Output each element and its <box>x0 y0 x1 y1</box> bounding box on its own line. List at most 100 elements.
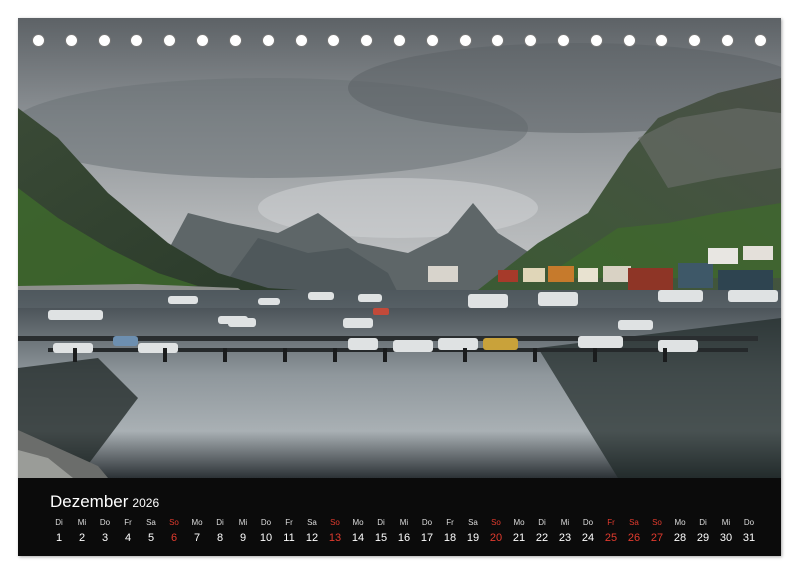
day-grid: Di 1 Mi 2 Do 3 Fr 4 Sa 5 So 6 Mo 7 Di 8 Mi 9 Do 10 Fr 11 Sa 12 S… <box>48 518 760 544</box>
day-number: 6 <box>170 532 178 544</box>
binding-hole <box>360 34 374 47</box>
weekday-label: Di <box>699 518 707 527</box>
day-number: 12 <box>305 532 319 544</box>
weekday-label: Mo <box>352 518 364 527</box>
weekday-label: Do <box>99 518 111 527</box>
weekday-label: Di <box>377 518 385 527</box>
binding-hole <box>294 34 308 47</box>
weekday-label: Do <box>582 518 594 527</box>
day-number: 19 <box>466 532 480 544</box>
weekday-label: Do <box>260 518 272 527</box>
weekday-label: Sa <box>146 518 156 527</box>
binding-hole <box>688 34 702 47</box>
day-number: 10 <box>259 532 273 544</box>
weekday-label: So <box>330 518 340 527</box>
day-cell: Di 15 <box>370 518 392 544</box>
binding-hole <box>425 34 439 47</box>
day-cell: So 6 <box>163 518 185 544</box>
day-number: 21 <box>512 532 526 544</box>
weekday-label: Do <box>421 518 433 527</box>
weekday-label: Mo <box>513 518 525 527</box>
binding-hole <box>97 34 111 47</box>
weekday-label: Di <box>538 518 546 527</box>
day-number: 29 <box>696 532 710 544</box>
binding-hole <box>228 34 242 47</box>
weekday-label: So <box>169 518 179 527</box>
weekday-label: So <box>652 518 662 527</box>
day-number: 8 <box>216 532 224 544</box>
day-cell: Fr 25 <box>600 518 622 544</box>
day-cell: Di 29 <box>692 518 714 544</box>
day-cell: Di 22 <box>531 518 553 544</box>
weekday-label: Sa <box>468 518 478 527</box>
day-cell: Sa 5 <box>140 518 162 544</box>
day-number: 26 <box>627 532 641 544</box>
day-cell: Do 3 <box>94 518 116 544</box>
day-number: 17 <box>420 532 434 544</box>
day-cell: Fr 18 <box>439 518 461 544</box>
weekday-label: Fr <box>607 518 615 527</box>
month-name: Dezember <box>50 492 129 511</box>
calendar-page: Dezember 2026 Di 1 Mi 2 Do 3 Fr 4 Sa 5 So 6 Mo 7 Di 8 Mi 9… <box>18 18 781 556</box>
calendar-band: Dezember 2026 Di 1 Mi 2 Do 3 Fr 4 Sa 5 So 6 Mo 7 Di 8 Mi 9… <box>18 478 781 556</box>
day-number: 2 <box>78 532 86 544</box>
binding-hole <box>327 34 341 47</box>
weekday-label: Fr <box>124 518 132 527</box>
day-cell: So 20 <box>485 518 507 544</box>
binding-hole <box>32 34 45 47</box>
day-cell: Do 31 <box>738 518 760 544</box>
weekday-label: Mi <box>721 518 731 527</box>
weekday-label: Fr <box>446 518 454 527</box>
day-cell: Do 17 <box>416 518 438 544</box>
month-title: Dezember 2026 <box>50 492 159 512</box>
weekday-label: Mi <box>238 518 248 527</box>
weekday-label: Mo <box>191 518 203 527</box>
weekday-label: Mi <box>560 518 570 527</box>
day-number: 27 <box>650 532 664 544</box>
day-cell: Do 24 <box>577 518 599 544</box>
day-cell: So 27 <box>646 518 668 544</box>
day-number: 3 <box>101 532 109 544</box>
day-cell: Do 10 <box>255 518 277 544</box>
weekday-label: Fr <box>285 518 293 527</box>
day-cell: Sa 12 <box>301 518 323 544</box>
weekday-label: Di <box>55 518 63 527</box>
day-cell: Fr 11 <box>278 518 300 544</box>
day-cell: Di 1 <box>48 518 70 544</box>
day-number: 31 <box>742 532 756 544</box>
day-cell: Mo 14 <box>347 518 369 544</box>
day-cell: Mo 21 <box>508 518 530 544</box>
day-number: 14 <box>351 532 365 544</box>
day-number: 25 <box>604 532 618 544</box>
day-number: 28 <box>673 532 687 544</box>
weekday-label: Do <box>743 518 755 527</box>
day-cell: Fr 4 <box>117 518 139 544</box>
binding-hole <box>392 34 406 47</box>
day-cell: Sa 26 <box>623 518 645 544</box>
day-cell: Mi 23 <box>554 518 576 544</box>
day-number: 7 <box>193 532 201 544</box>
fjord-harbor-photo <box>18 18 781 478</box>
year-label: 2026 <box>132 496 160 510</box>
day-number: 20 <box>489 532 503 544</box>
day-cell: Mi 30 <box>715 518 737 544</box>
day-number: 11 <box>283 532 295 544</box>
weekday-label: So <box>491 518 501 527</box>
day-number: 13 <box>328 532 342 544</box>
day-number: 24 <box>581 532 595 544</box>
binding-hole <box>589 34 603 47</box>
binding-hole <box>721 34 735 47</box>
day-cell: Mi 9 <box>232 518 254 544</box>
binding-hole <box>557 34 570 47</box>
day-cell: Mo 28 <box>669 518 691 544</box>
weekday-label: Mo <box>674 518 686 527</box>
binding-hole <box>655 34 669 47</box>
day-number: 30 <box>719 532 733 544</box>
binding-hole <box>524 34 538 47</box>
day-number: 15 <box>374 532 388 544</box>
binding-hole <box>491 34 505 47</box>
weekday-label: Sa <box>307 518 317 527</box>
day-number: 18 <box>443 532 457 544</box>
day-cell: Mo 7 <box>186 518 208 544</box>
weekday-label: Mi <box>77 518 87 527</box>
